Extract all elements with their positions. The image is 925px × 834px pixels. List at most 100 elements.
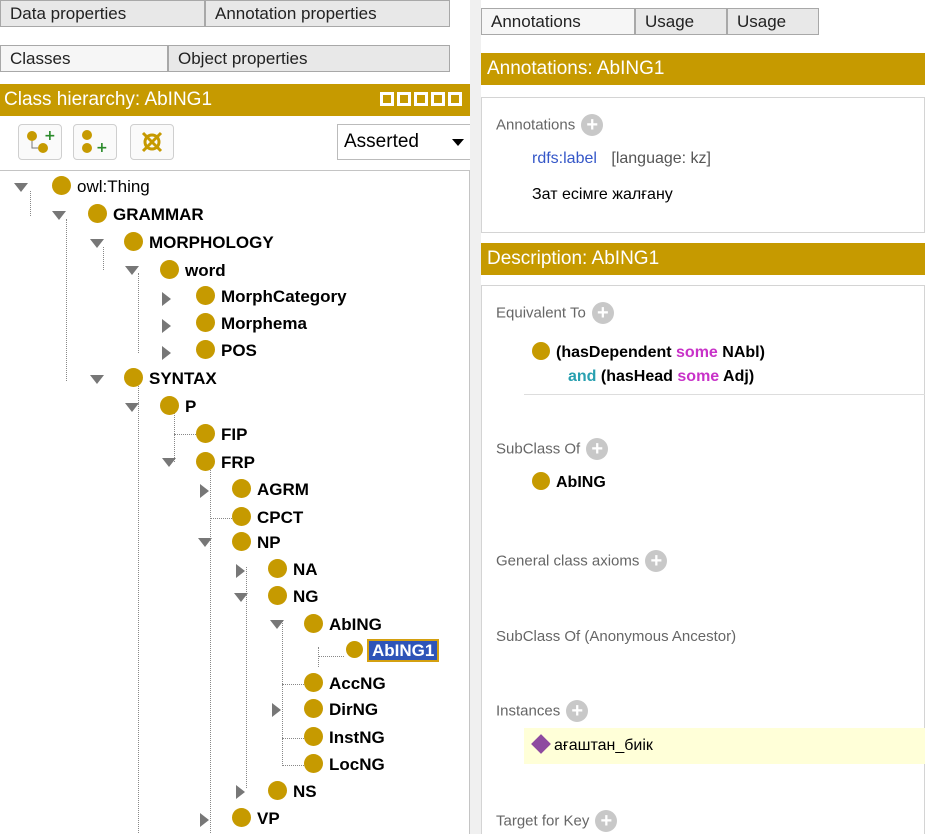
node-label: owl:Thing bbox=[77, 177, 150, 196]
collapse-grammar-icon[interactable] bbox=[52, 211, 66, 220]
tree-node-ng[interactable]: NG bbox=[268, 585, 319, 609]
class-icon bbox=[268, 586, 287, 606]
tree-node-morphology[interactable]: MORPHOLOGY bbox=[124, 231, 274, 255]
tab-usage-2[interactable]: Usage bbox=[727, 8, 819, 35]
add-subclass-icon: + bbox=[27, 128, 56, 153]
tree-node-fip[interactable]: FIP bbox=[196, 423, 247, 447]
add-subclass-button[interactable]: + bbox=[18, 124, 62, 160]
tree-node-cpct[interactable]: CPCT bbox=[232, 506, 303, 530]
tree-node-owl-thing[interactable]: owl:Thing bbox=[52, 175, 150, 199]
node-label: MORPHOLOGY bbox=[149, 233, 274, 252]
node-label: AbING bbox=[329, 615, 382, 634]
tree-node-np[interactable]: NP bbox=[232, 531, 281, 555]
collapse-abing-icon[interactable] bbox=[270, 620, 284, 629]
node-label: Morphema bbox=[221, 314, 307, 333]
expand-dirng-icon[interactable] bbox=[272, 703, 281, 717]
expand-agrm-icon[interactable] bbox=[200, 484, 209, 498]
add-general-axiom-icon[interactable]: + bbox=[645, 550, 668, 572]
general-axioms-label: General class axioms bbox=[496, 552, 640, 570]
delete-class-button[interactable] bbox=[130, 124, 174, 160]
annotation-property[interactable]: rdfs:label bbox=[532, 150, 597, 167]
split-vertical-icon[interactable] bbox=[397, 92, 411, 106]
tree-node-pos[interactable]: POS bbox=[196, 339, 257, 363]
eq-keyword: some bbox=[676, 344, 718, 361]
class-icon bbox=[268, 781, 287, 801]
expand-morphema-icon[interactable] bbox=[162, 319, 171, 333]
collapse-np-icon[interactable] bbox=[198, 538, 212, 547]
add-sibling-button[interactable]: + bbox=[73, 124, 117, 160]
class-icon bbox=[304, 754, 323, 774]
tree-node-abing[interactable]: AbING bbox=[304, 613, 382, 637]
annotations-section: Annotations + rdfs:label [language: kz] З… bbox=[481, 97, 925, 233]
asserted-inferred-dropdown[interactable]: Asserted bbox=[337, 124, 471, 160]
tree-node-word[interactable]: word bbox=[160, 259, 226, 283]
eq-text: Adj) bbox=[723, 368, 755, 385]
tree-node-dirng[interactable]: DirNG bbox=[304, 698, 378, 722]
expand-morphcategory-icon[interactable] bbox=[162, 292, 171, 306]
eq-text: (hasHead bbox=[600, 368, 673, 385]
tab-data-properties[interactable]: Data properties bbox=[0, 0, 205, 27]
tree-node-locng[interactable]: LocNG bbox=[304, 753, 385, 777]
add-annotation-icon[interactable]: + bbox=[581, 114, 604, 136]
node-label: NS bbox=[293, 782, 317, 801]
tree-node-ns[interactable]: NS bbox=[268, 780, 317, 804]
tree-node-agrm[interactable]: AGRM bbox=[232, 478, 309, 502]
target-for-key-header: Target for Key + bbox=[496, 810, 618, 832]
class-icon bbox=[232, 808, 251, 828]
tab-annotation-properties[interactable]: Annotation properties bbox=[205, 0, 450, 27]
close-view-icon[interactable] bbox=[448, 92, 462, 106]
collapse-p-icon[interactable] bbox=[125, 403, 139, 412]
add-equivalent-icon[interactable]: + bbox=[591, 302, 614, 324]
class-icon bbox=[52, 176, 71, 196]
view-controls bbox=[380, 92, 462, 106]
tree-node-instng[interactable]: InstNG bbox=[304, 726, 385, 750]
instance-row[interactable]: ағаштан_биік bbox=[524, 728, 925, 764]
help-icon[interactable] bbox=[380, 92, 394, 106]
add-sibling-icon: + bbox=[82, 130, 108, 156]
tree-node-accng[interactable]: AccNG bbox=[304, 672, 386, 696]
description-title: Description: AbING1 bbox=[487, 248, 660, 269]
class-icon bbox=[232, 479, 251, 499]
tree-node-na[interactable]: NA bbox=[268, 558, 318, 582]
tree-node-syntax[interactable]: SYNTAX bbox=[124, 367, 217, 391]
tree-node-frp[interactable]: FRP bbox=[196, 451, 255, 475]
collapse-frp-icon[interactable] bbox=[162, 458, 176, 467]
tree-node-morphcategory[interactable]: MorphCategory bbox=[196, 285, 347, 309]
tree-node-morphema[interactable]: Morphema bbox=[196, 312, 307, 336]
maximize-icon[interactable] bbox=[431, 92, 445, 106]
split-horizontal-icon[interactable] bbox=[414, 92, 428, 106]
collapse-owl-thing-icon[interactable] bbox=[14, 183, 28, 192]
expand-ns-icon[interactable] bbox=[236, 785, 245, 799]
node-label: NG bbox=[293, 587, 319, 606]
tab-usage-1[interactable]: Usage bbox=[635, 8, 727, 35]
add-key-icon[interactable]: + bbox=[595, 810, 618, 832]
class-icon bbox=[304, 673, 323, 693]
class-icon bbox=[124, 368, 143, 388]
tree-node-vp[interactable]: VP bbox=[232, 807, 280, 831]
equivalent-expression[interactable]: (hasDependent some NAbl) and (hasHead so… bbox=[532, 341, 765, 389]
collapse-ng-icon[interactable] bbox=[234, 593, 248, 602]
tree-node-p[interactable]: P bbox=[160, 395, 196, 419]
add-superclass-icon[interactable]: + bbox=[586, 438, 609, 460]
expand-vp-icon[interactable] bbox=[200, 813, 209, 827]
splitter[interactable] bbox=[470, 0, 481, 834]
add-instance-icon[interactable]: + bbox=[566, 700, 589, 722]
expand-na-icon[interactable] bbox=[236, 564, 245, 578]
subclass-value: AbING bbox=[556, 474, 606, 492]
tab-classes[interactable]: Classes bbox=[0, 45, 168, 72]
anonymous-ancestor-header: SubClass Of (Anonymous Ancestor) bbox=[496, 626, 736, 646]
collapse-morphology-icon[interactable] bbox=[90, 239, 104, 248]
individual-icon bbox=[531, 733, 551, 754]
collapse-word-icon[interactable] bbox=[125, 266, 139, 275]
collapse-syntax-icon[interactable] bbox=[90, 375, 104, 384]
equivalent-to-header: Equivalent To + bbox=[496, 302, 614, 324]
subclass-value-row[interactable]: AbING bbox=[532, 472, 606, 492]
tree-node-abing1-selected[interactable]: AbING1 bbox=[346, 639, 440, 663]
class-icon bbox=[88, 204, 107, 224]
tab-object-properties[interactable]: Object properties bbox=[168, 45, 450, 72]
tab-annotations[interactable]: Annotations bbox=[481, 8, 635, 35]
expand-pos-icon[interactable] bbox=[162, 346, 171, 360]
node-label: InstNG bbox=[329, 728, 385, 747]
tree-node-grammar[interactable]: GRAMMAR bbox=[88, 203, 204, 227]
annotation-row[interactable]: rdfs:label [language: kz] bbox=[532, 150, 711, 168]
